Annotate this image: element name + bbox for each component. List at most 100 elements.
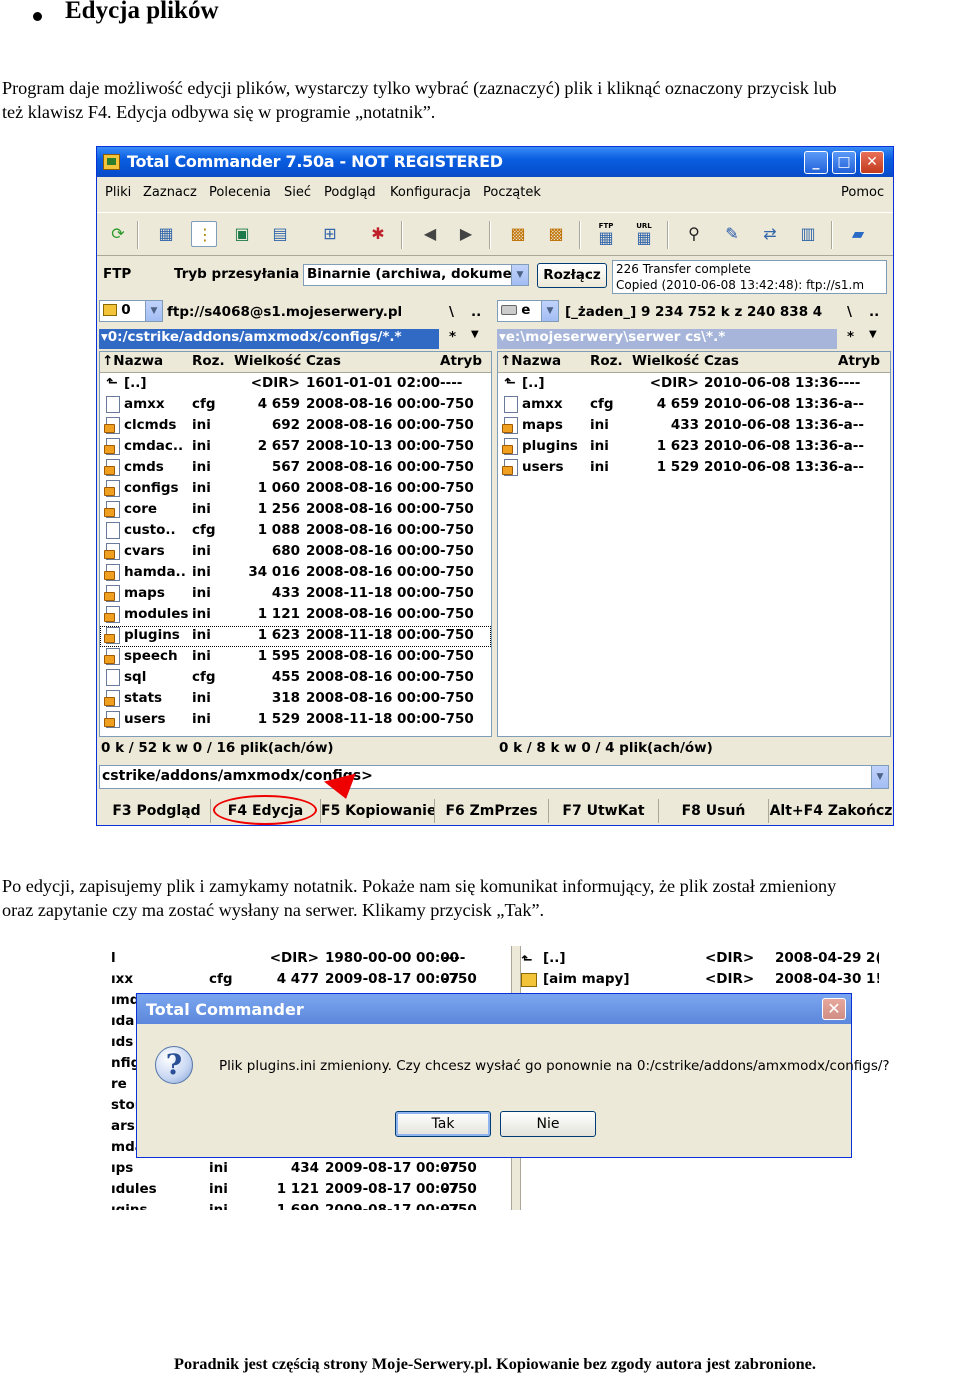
- compare-icon[interactable]: ▥: [795, 221, 821, 247]
- file-row[interactable]: cvars ini 680 2008-08-16 00:00 -750: [100, 542, 491, 563]
- ftp-connect-icon[interactable]: FTP ▦: [593, 221, 619, 247]
- no-button[interactable]: Nie: [500, 1111, 596, 1137]
- menu-zaznacz[interactable]: Zaznacz: [143, 185, 197, 200]
- menu-poczatek[interactable]: Początek: [483, 185, 541, 200]
- file-row[interactable]: maps ini 433 2010-06-08 13:36 -a--: [498, 416, 890, 437]
- full-view-icon[interactable]: ⋮: [191, 221, 217, 247]
- yes-button[interactable]: Tak: [395, 1111, 491, 1137]
- dialog-close-button[interactable]: ✕: [822, 998, 846, 1020]
- file-ext: ini: [192, 438, 211, 454]
- file-row[interactable]: custo.. cfg 1 088 2008-08-16 00:00 -750: [100, 521, 491, 542]
- menu-pomoc[interactable]: Pomoc: [841, 185, 884, 200]
- file-row[interactable]: users ini 1 529 2010-06-08 13:36 -a--: [498, 458, 890, 479]
- col-attr-header[interactable]: Atryb: [838, 353, 880, 369]
- right-root-button[interactable]: \: [847, 304, 852, 320]
- ftp-log[interactable]: 226 Transfer complete Copied (2010-06-08…: [612, 260, 887, 294]
- file-name: users: [522, 459, 564, 475]
- left-drive-select[interactable]: 0 ▼: [99, 300, 163, 322]
- file-row[interactable]: users ini 1 529 2008-11-18 00:00 -750: [100, 710, 491, 731]
- left-path-bar[interactable]: ▾0:/cstrike/addons/amxmodx/configs/*.*: [99, 329, 439, 349]
- file-row[interactable]: plugins ini 1 623 2008-11-18 00:00 -750: [100, 626, 491, 647]
- bg-file-name: ıps: [111, 1160, 134, 1176]
- thumbnails-icon[interactable]: ▣: [229, 221, 255, 247]
- invert-selection-icon[interactable]: ⊞: [317, 221, 343, 247]
- sync-dirs-icon[interactable]: ⇄: [757, 221, 783, 247]
- left-filter-button[interactable]: *: [449, 329, 456, 345]
- file-row[interactable]: modules ini 1 121 2008-08-16 00:00 -750: [100, 605, 491, 626]
- f8-delete-button[interactable]: F8 Usuń: [659, 799, 769, 823]
- find-icon[interactable]: ⚲: [681, 221, 707, 247]
- file-date: 2008-11-18 00:00: [306, 585, 441, 601]
- confirm-upload-dialog: Total Commander ✕ ? Plik plugins.ini zmi…: [136, 993, 890, 1158]
- file-attr: -750: [440, 459, 474, 475]
- chevron-down-icon[interactable]: ▼: [869, 329, 877, 340]
- ftp-url-icon[interactable]: URL ▦: [631, 221, 657, 247]
- file-row[interactable]: speech ini 1 595 2008-08-16 00:00 -750: [100, 647, 491, 668]
- menu-polecenia[interactable]: Polecenia: [209, 185, 271, 200]
- menu-pliki[interactable]: Pliki: [105, 185, 131, 200]
- pack-icon[interactable]: ▩: [505, 221, 531, 247]
- brief-view-icon[interactable]: ▦: [153, 221, 179, 247]
- f3-view-button[interactable]: F3 Podgląd: [103, 799, 211, 823]
- col-ext-header[interactable]: Roz.: [590, 353, 623, 369]
- menu-podglad[interactable]: Podgląd: [324, 185, 376, 200]
- file-row[interactable]: amxx cfg 4 659 2008-08-16 00:00 -750: [100, 395, 491, 416]
- chevron-down-icon[interactable]: ▼: [871, 766, 888, 788]
- file-size: 34 016: [248, 564, 300, 580]
- f7-mkdir-button[interactable]: F7 UtwKat: [549, 799, 659, 823]
- col-date-header[interactable]: Czas: [306, 353, 341, 369]
- file-row[interactable]: hamda.. ini 34 016 2008-08-16 00:00 -750: [100, 563, 491, 584]
- alt-f4-exit-button[interactable]: Alt+F4 Zakończ: [769, 799, 893, 823]
- tree-icon[interactable]: ▤: [267, 221, 293, 247]
- right-file-panel[interactable]: ↑Nazwa Roz. Wielkość Czas Atryb ⬑ [..] <DI…: [497, 351, 891, 737]
- menu-konfiguracja[interactable]: Konfiguracja: [390, 185, 471, 200]
- multi-rename-icon[interactable]: ✎: [719, 221, 745, 247]
- close-button[interactable]: ✕: [860, 151, 884, 174]
- unpack-icon[interactable]: ✱: [365, 221, 391, 247]
- right-filter-button[interactable]: *: [847, 329, 854, 345]
- forward-icon[interactable]: ▶: [453, 221, 479, 247]
- col-ext-header[interactable]: Roz.: [192, 353, 225, 369]
- file-row[interactable]: amxx cfg 4 659 2010-06-08 13:36 -a--: [498, 395, 890, 416]
- disconnect-button[interactable]: Rozłącz: [537, 263, 607, 288]
- file-icon: [104, 564, 120, 581]
- window-title: Total Commander 7.50a - NOT REGISTERED: [127, 152, 503, 171]
- left-file-panel[interactable]: ↑Nazwa Roz. Wielkość Czas Atryb ⬑ [..] <DI…: [99, 351, 492, 737]
- right-drive-select[interactable]: e ▼: [497, 300, 559, 322]
- file-row[interactable]: core ini 1 256 2008-08-16 00:00 -750: [100, 500, 491, 521]
- file-row[interactable]: plugins ini 1 623 2010-06-08 13:36 -a--: [498, 437, 890, 458]
- file-icon: [502, 459, 518, 476]
- back-icon[interactable]: ◀: [417, 221, 443, 247]
- col-size-header[interactable]: Wielkość: [234, 353, 301, 369]
- left-up-button[interactable]: ..: [471, 304, 481, 320]
- file-row[interactable]: sql cfg 455 2008-08-16 00:00 -750: [100, 668, 491, 689]
- col-name-header[interactable]: ↑Nazwa: [500, 353, 561, 369]
- menu-siec[interactable]: Sieć: [284, 185, 311, 200]
- left-root-button[interactable]: \: [449, 304, 454, 320]
- maximize-button[interactable]: □: [832, 151, 856, 174]
- f5-copy-button[interactable]: F5 Kopiowanie: [321, 799, 435, 823]
- file-row[interactable]: ⬑ [..] <DIR> 1601-01-01 02:00 ----: [100, 374, 491, 395]
- bg-file-ext: ini: [209, 1202, 228, 1210]
- file-row[interactable]: maps ini 433 2008-11-18 00:00 -750: [100, 584, 491, 605]
- col-date-header[interactable]: Czas: [704, 353, 739, 369]
- file-row[interactable]: cmds ini 567 2008-08-16 00:00 -750: [100, 458, 491, 479]
- right-up-button[interactable]: ..: [869, 304, 879, 320]
- col-size-header[interactable]: Wielkość: [632, 353, 699, 369]
- refresh-icon[interactable]: ⟳: [105, 221, 131, 247]
- unpack-files-icon[interactable]: ▩: [543, 221, 569, 247]
- transfer-mode-select[interactable]: Binarnie (archiwa, dokumen ▼: [303, 264, 529, 286]
- col-name-header[interactable]: ↑Nazwa: [102, 353, 163, 369]
- command-line[interactable]: cstrike/addons/amxmodx/configs> ▼: [99, 765, 889, 789]
- file-row[interactable]: stats ini 318 2008-08-16 00:00 -750: [100, 689, 491, 710]
- file-row[interactable]: clcmds ini 692 2008-08-16 00:00 -750: [100, 416, 491, 437]
- file-row[interactable]: configs ini 1 060 2008-08-16 00:00 -750: [100, 479, 491, 500]
- col-attr-header[interactable]: Atryb: [440, 353, 482, 369]
- notepad-icon[interactable]: ▰: [845, 221, 871, 247]
- right-path-bar[interactable]: ▾e:\mojeserwery\serwer cs\*.*: [497, 329, 837, 349]
- file-row[interactable]: ⬑ [..] <DIR> 2010-06-08 13:36 ----: [498, 374, 890, 395]
- f6-move-button[interactable]: F6 ZmPrzes: [435, 799, 549, 823]
- chevron-down-icon[interactable]: ▼: [471, 329, 479, 340]
- minimize-button[interactable]: _: [804, 151, 828, 174]
- file-row[interactable]: cmdac.. ini 2 657 2008-10-13 00:00 -750: [100, 437, 491, 458]
